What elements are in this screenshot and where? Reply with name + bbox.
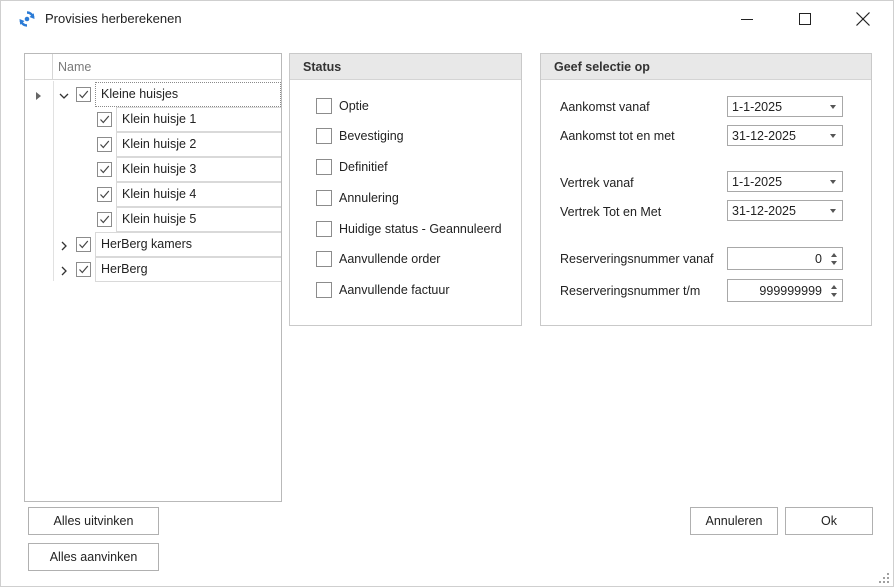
- arrival-from-date-picker[interactable]: 1-1-2025: [727, 96, 843, 117]
- tree-row[interactable]: Klein huisje 3: [25, 157, 281, 182]
- status-checkbox[interactable]: [316, 221, 332, 237]
- departure-from-date-picker[interactable]: 1-1-2025: [727, 171, 843, 192]
- status-checkbox[interactable]: [316, 98, 332, 114]
- tree-checkbox[interactable]: [97, 212, 112, 227]
- departure-to-value: 31-12-2025: [732, 204, 796, 218]
- arrival-to-value: 31-12-2025: [732, 129, 796, 143]
- chevron-down-icon[interactable]: [59, 90, 69, 100]
- departure-to-date-picker[interactable]: 31-12-2025: [727, 200, 843, 221]
- status-option-label: Optie: [339, 99, 369, 113]
- tree-item-label[interactable]: Klein huisje 4: [116, 182, 281, 207]
- spin-up-icon[interactable]: [831, 253, 837, 257]
- status-option-label: Aanvullende order: [339, 252, 441, 266]
- dropdown-arrow-icon[interactable]: [830, 105, 836, 109]
- tree-checkbox[interactable]: [97, 162, 112, 177]
- close-icon: [856, 12, 870, 26]
- tree-row[interactable]: Klein huisje 5: [25, 207, 281, 232]
- resnr-to-label: Reserveringsnummer t/m: [560, 284, 701, 298]
- status-checkbox[interactable]: [316, 282, 332, 298]
- check-all-button[interactable]: Alles aanvinken: [28, 543, 159, 571]
- resnr-from-label: Reserveringsnummer vanaf: [560, 252, 714, 266]
- tree-checkbox[interactable]: [76, 87, 91, 102]
- tree-row[interactable]: HerBerg: [25, 257, 281, 282]
- resnr-to-value: 999999999: [759, 284, 822, 298]
- arrival-from-value: 1-1-2025: [732, 100, 783, 114]
- refresh-app-icon: [18, 10, 36, 28]
- tree-row[interactable]: Klein huisje 1: [25, 107, 281, 132]
- selection-group: Geef selectie op Aankomst vanaf 1-1-2025…: [540, 53, 872, 326]
- dialog-window: Provisies herberekenen Name Kleine huisj…: [0, 0, 894, 587]
- uncheck-all-button[interactable]: Alles uitvinken: [28, 507, 159, 535]
- status-option-label: Huidige status - Geannuleerd: [339, 222, 502, 236]
- chevron-right-icon[interactable]: [59, 265, 69, 276]
- tree-checkbox[interactable]: [97, 187, 112, 202]
- departure-to-label: Vertrek Tot en Met: [560, 205, 662, 219]
- tree-item-label[interactable]: Klein huisje 3: [116, 157, 281, 182]
- tree-header-gutter: [25, 54, 53, 80]
- maximize-button[interactable]: [782, 1, 828, 37]
- resize-grip-icon[interactable]: [879, 572, 889, 583]
- departure-from-label: Vertrek vanaf: [560, 176, 634, 190]
- tree-item-label[interactable]: Klein huisje 5: [116, 207, 281, 232]
- status-checkbox[interactable]: [316, 159, 332, 175]
- tree-column-name[interactable]: Name: [58, 60, 91, 74]
- status-option-label: Bevestiging: [339, 129, 404, 143]
- status-checkbox[interactable]: [316, 190, 332, 206]
- dropdown-arrow-icon[interactable]: [830, 134, 836, 138]
- arrival-from-label: Aankomst vanaf: [560, 100, 650, 114]
- tree-checkbox[interactable]: [97, 137, 112, 152]
- status-checkbox[interactable]: [316, 128, 332, 144]
- status-checkbox[interactable]: [316, 251, 332, 267]
- status-group-title: Status: [290, 54, 521, 80]
- spin-down-icon[interactable]: [831, 261, 837, 265]
- tree-item-label[interactable]: Kleine huisjes: [95, 82, 281, 107]
- tree-checkbox[interactable]: [76, 237, 91, 252]
- selection-group-title: Geef selectie op: [541, 54, 871, 80]
- window-title: Provisies herberekenen: [45, 11, 182, 26]
- spin-down-icon[interactable]: [831, 293, 837, 297]
- spin-up-icon[interactable]: [831, 285, 837, 289]
- tree-checkbox[interactable]: [97, 112, 112, 127]
- tree-item-label[interactable]: HerBerg kamers: [95, 232, 281, 257]
- minimize-button[interactable]: [724, 1, 770, 37]
- close-button[interactable]: [840, 1, 886, 37]
- cancel-button[interactable]: Annuleren: [690, 507, 778, 535]
- tree-header: Name: [25, 54, 281, 80]
- arrival-to-label: Aankomst tot en met: [560, 129, 675, 143]
- status-option-label: Definitief: [339, 160, 388, 174]
- status-option-label: Annulering: [339, 191, 399, 205]
- tree-row[interactable]: HerBerg kamers: [25, 232, 281, 257]
- tree-row[interactable]: Klein huisje 4: [25, 182, 281, 207]
- ok-button[interactable]: Ok: [785, 507, 873, 535]
- departure-from-value: 1-1-2025: [732, 175, 783, 189]
- maximize-icon: [799, 13, 811, 25]
- tree-item-label[interactable]: Klein huisje 2: [116, 132, 281, 157]
- title-bar[interactable]: Provisies herberekenen: [1, 1, 893, 37]
- dropdown-arrow-icon[interactable]: [830, 180, 836, 184]
- resnr-to-spinner[interactable]: 999999999: [727, 279, 843, 302]
- tree-item-label[interactable]: Klein huisje 1: [116, 107, 281, 132]
- dropdown-arrow-icon[interactable]: [830, 209, 836, 213]
- accommodation-tree[interactable]: Name Kleine huisjes Klein huisje 1 Klein…: [24, 53, 282, 502]
- chevron-right-icon[interactable]: [59, 240, 69, 251]
- minimize-icon: [741, 13, 753, 25]
- tree-row[interactable]: Klein huisje 2: [25, 132, 281, 157]
- status-group: Status Optie Bevestiging Definitief Annu…: [289, 53, 522, 326]
- tree-row[interactable]: Kleine huisjes: [25, 82, 281, 107]
- resnr-from-value: 0: [815, 252, 822, 266]
- resnr-from-spinner[interactable]: 0: [727, 247, 843, 270]
- tree-checkbox[interactable]: [76, 262, 91, 277]
- status-option-label: Aanvullende factuur: [339, 283, 450, 297]
- tree-item-label[interactable]: HerBerg: [95, 257, 281, 282]
- arrival-to-date-picker[interactable]: 31-12-2025: [727, 125, 843, 146]
- row-indicator-icon: [35, 90, 45, 100]
